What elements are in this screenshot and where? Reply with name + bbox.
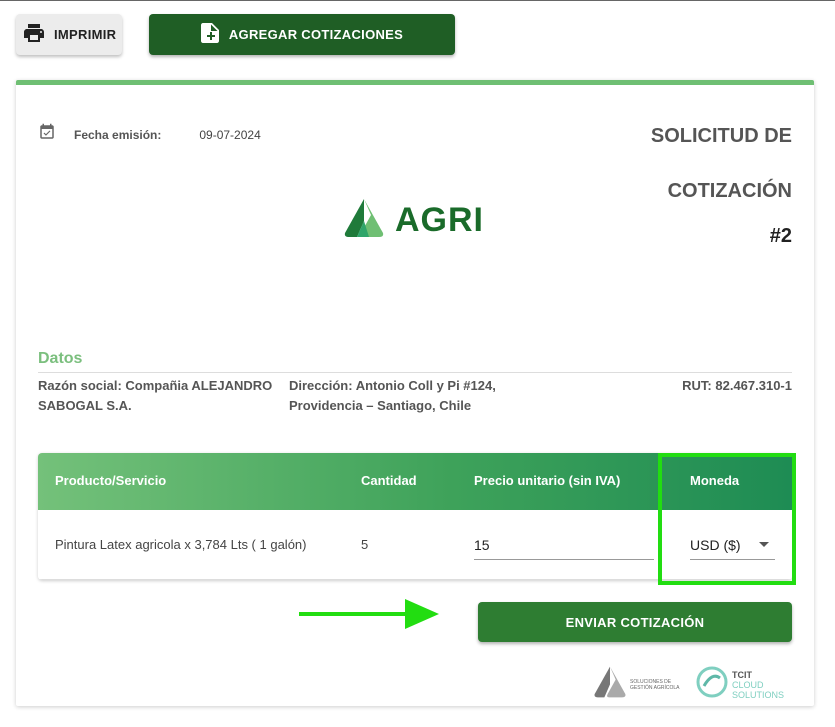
tcit-text: TCIT CLOUD SOLUTIONS — [732, 670, 784, 700]
cell-producto: Pintura Latex agricola x 3,784 Lts ( 1 g… — [55, 537, 307, 552]
header-precio: Precio unitario (sin IVA) — [474, 473, 621, 488]
tcit-line1: TCIT — [732, 669, 752, 680]
footer-logos: SOLUCIONES DE GESTIÓN AGRÍCOLA TCIT CLOU… — [593, 665, 784, 704]
currency-select[interactable]: USD ($) — [690, 530, 775, 560]
tcit-logo: TCIT CLOUD SOLUTIONS — [696, 666, 784, 703]
print-button-label: IMPRIMIR — [54, 27, 117, 42]
agri-logo-text: AGRI — [395, 201, 484, 239]
agri-footer-logo: SOLUCIONES DE GESTIÓN AGRÍCOLA — [593, 665, 686, 704]
datos-divider — [38, 372, 792, 373]
issue-date-value: 09-07-2024 — [199, 127, 261, 142]
printer-icon — [22, 21, 46, 48]
print-button[interactable]: IMPRIMIR — [16, 14, 122, 55]
agri-footer-tagline: SOLUCIONES DE GESTIÓN AGRÍCOLA — [630, 678, 680, 691]
unit-price-input[interactable] — [474, 530, 654, 560]
table-header: Producto/Servicio Cantidad Precio unitar… — [38, 453, 792, 510]
header-moneda: Moneda — [690, 473, 740, 488]
header-cantidad: Cantidad — [361, 473, 417, 488]
tcit-line2: CLOUD — [732, 679, 764, 690]
agri-logo-mark-icon — [343, 197, 385, 244]
add-quotations-button[interactable]: AGREGAR COTIZACIONES — [149, 14, 455, 55]
agri-logo: AGRI — [343, 197, 484, 244]
send-quotation-button[interactable]: ENVIAR COTIZACIÓN — [478, 602, 792, 642]
rut: RUT: 82.467.310-1 — [682, 378, 792, 393]
add-file-icon — [200, 23, 219, 46]
agri-footer-mark-icon — [593, 665, 627, 704]
cell-cantidad: 5 — [361, 537, 369, 552]
currency-selected-value: USD ($) — [690, 536, 741, 553]
page-title-line2: COTIZACIÓN — [667, 180, 792, 202]
page-title-line1: SOLICITUD DE — [650, 125, 792, 147]
direccion: Dirección: Antonio Coll y Pi #124, Provi… — [289, 378, 496, 413]
top-divider — [0, 0, 835, 1]
header-producto: Producto/Servicio — [55, 473, 167, 488]
issue-date-label: Fecha emisión: — [74, 127, 162, 142]
issue-date-row: Fecha emisión: 09-07-2024 — [38, 123, 261, 146]
dropdown-caret-icon — [759, 542, 769, 547]
table-row: Pintura Latex agricola x 3,784 Lts ( 1 g… — [38, 510, 792, 580]
tcit-line3: SOLUTIONS — [732, 689, 785, 700]
quotation-number: #2 — [769, 225, 792, 247]
razon-social: Razón social: Compañia ALEJANDRO SABOGAL… — [38, 378, 273, 413]
tcit-cloud-icon — [696, 666, 728, 703]
send-quotation-label: ENVIAR COTIZACIÓN — [565, 614, 705, 630]
datos-section-title: Datos — [38, 350, 83, 367]
add-quotations-label: AGREGAR COTIZACIONES — [228, 27, 404, 42]
calendar-check-icon — [38, 123, 56, 146]
products-table: Producto/Servicio Cantidad Precio unitar… — [38, 453, 792, 580]
right-arrow-annotation-icon — [299, 597, 439, 636]
